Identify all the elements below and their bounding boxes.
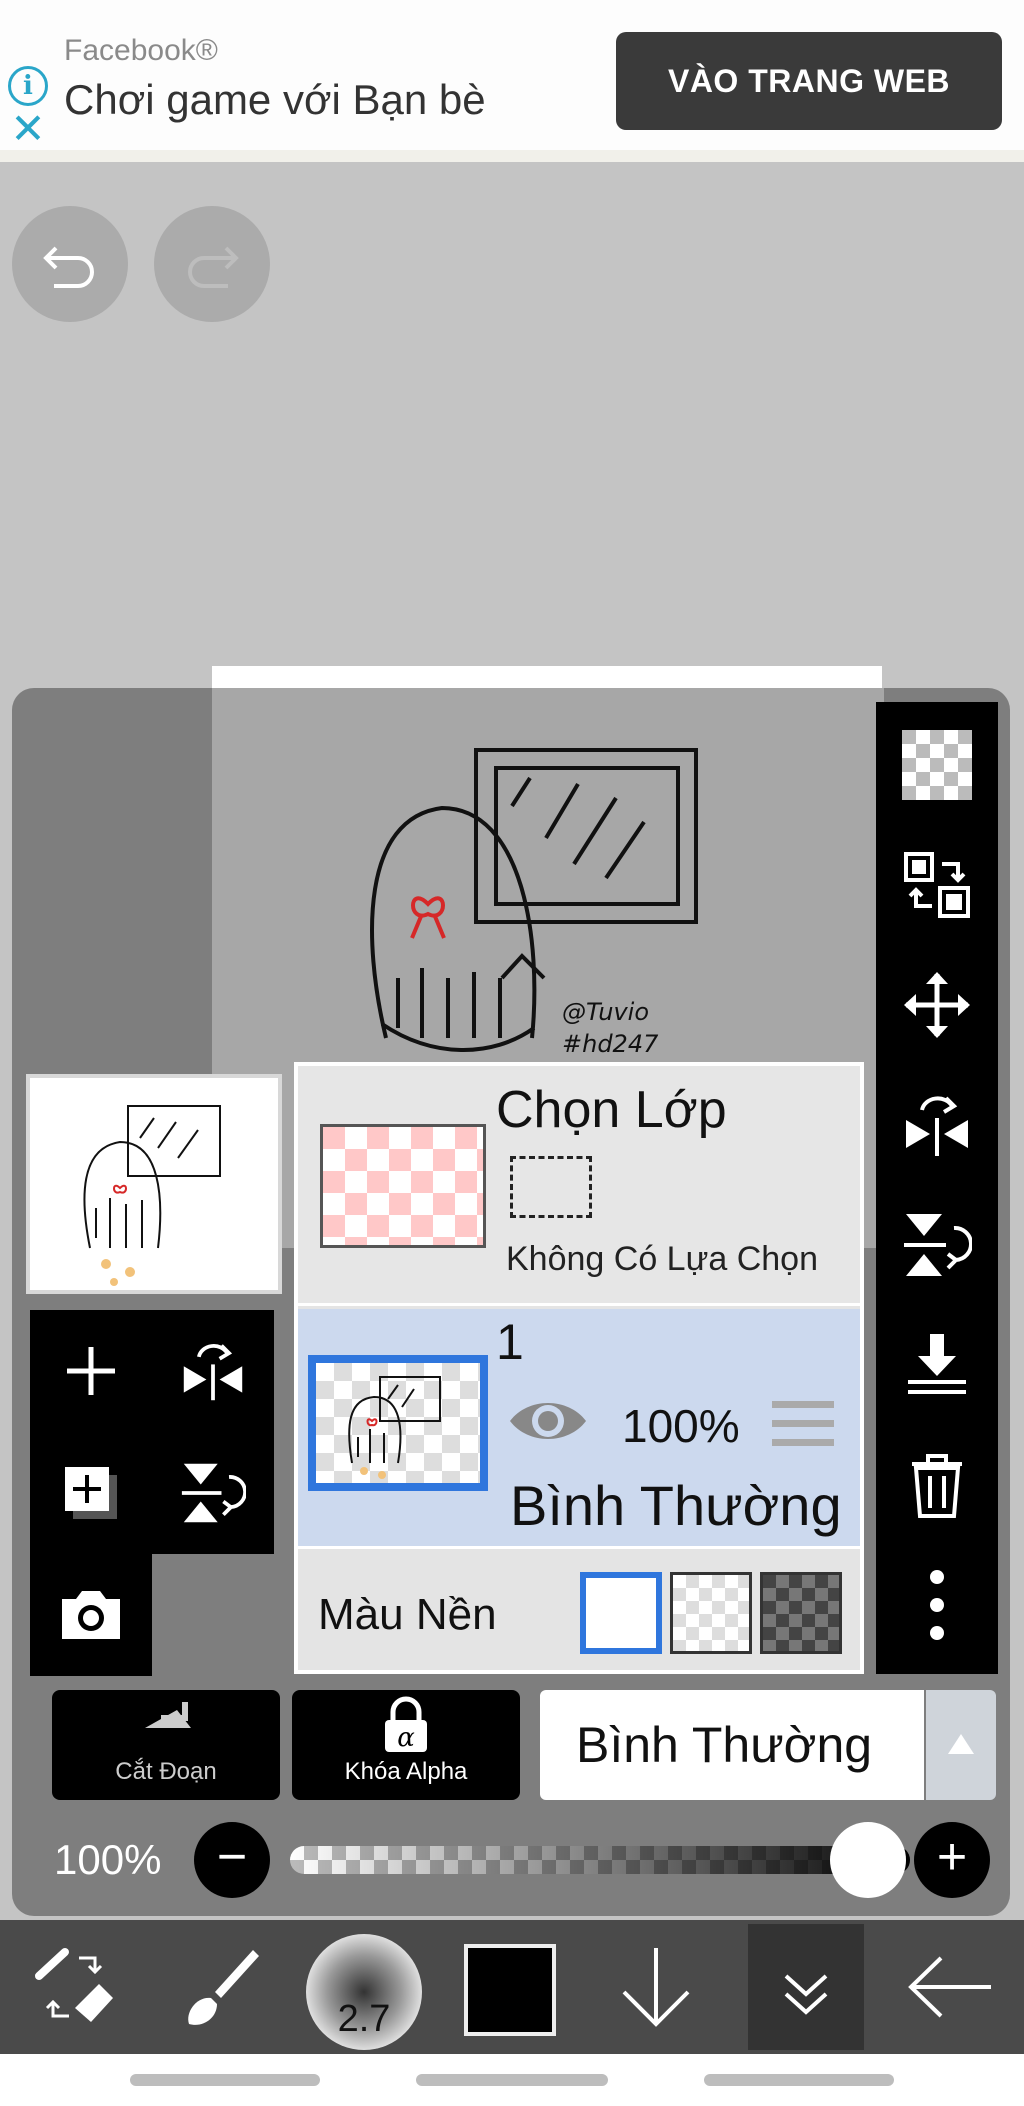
- opacity-decrease-button[interactable]: −: [194, 1822, 270, 1898]
- background-dark-checker-swatch[interactable]: [760, 1572, 842, 1654]
- plus-icon: [67, 1347, 115, 1395]
- flip-layer-horizontal-button[interactable]: [152, 1310, 274, 1432]
- camera-icon: [62, 1591, 120, 1639]
- merge-down-button[interactable]: [876, 1310, 998, 1420]
- clipping-button[interactable]: Cắt Đoạn: [52, 1690, 280, 1800]
- arrow-down-icon: [622, 1948, 690, 2027]
- selection-layer-title: Chọn Lớp: [496, 1081, 727, 1139]
- flip-horizontal-button[interactable]: [876, 1070, 998, 1180]
- more-vertical-icon: [930, 1570, 944, 1640]
- opacity-slider-thumb[interactable]: [830, 1822, 906, 1898]
- redo-icon: [188, 246, 239, 288]
- flip-horizontal-icon: [906, 1096, 968, 1156]
- move-icon: [904, 972, 970, 1038]
- visibility-eye-icon[interactable]: [506, 1393, 590, 1449]
- selection-thumbnail: [320, 1124, 486, 1248]
- layer-opacity: 100%: [622, 1400, 740, 1452]
- layer-number: 1: [496, 1314, 524, 1370]
- arrow-left-icon: [908, 1956, 991, 2018]
- nav-pill-left[interactable]: [130, 2074, 320, 2086]
- transparent-fill-button[interactable]: [876, 710, 998, 820]
- svg-text:@Tuvio: @Tuvio: [562, 998, 649, 1026]
- info-icon[interactable]: i: [8, 66, 48, 106]
- nav-pill-center[interactable]: [416, 2074, 608, 2086]
- drag-handle-icon[interactable]: [772, 1401, 834, 1458]
- layer-blend-mode: Bình Thường: [510, 1474, 842, 1537]
- opacity-increase-button[interactable]: +: [914, 1822, 990, 1898]
- clipping-label: Cắt Đoạn: [115, 1758, 217, 1785]
- layer-thumbnail-artwork: [348, 1376, 441, 1479]
- flip-horizontal-icon: [183, 1344, 243, 1401]
- merge-down-icon: [908, 1334, 966, 1394]
- selection-status: Không Có Lựa Chọn: [506, 1240, 818, 1278]
- tool-swap-icon: [35, 1948, 113, 2022]
- canvas-edge: [212, 666, 882, 690]
- triangle-up-icon: [948, 1734, 974, 1754]
- layer-list: Chọn Lớp Không Có Lựa Chọn 1 100% Bình T: [294, 1062, 864, 1674]
- delete-layer-button[interactable]: [876, 1430, 998, 1540]
- ad-title[interactable]: Chơi game với Bạn bè: [64, 76, 486, 124]
- flip-vertical-icon: [181, 1463, 246, 1523]
- camera-button[interactable]: [30, 1554, 152, 1676]
- duplicate-icon: [65, 1467, 117, 1519]
- svg-text:α: α: [397, 1723, 415, 1753]
- marquee-icon: [510, 1156, 592, 1218]
- back-button[interactable]: [886, 1920, 1014, 2054]
- color-swatch-button[interactable]: [464, 1944, 556, 2036]
- undo-button[interactable]: [12, 206, 128, 322]
- nav-pill-right[interactable]: [704, 2074, 894, 2086]
- system-nav-bar: [0, 2054, 1024, 2106]
- opacity-slider-track[interactable]: [290, 1846, 910, 1874]
- flip-vertical-button[interactable]: [876, 1190, 998, 1300]
- layer-row[interactable]: 1 100% Bình Thường: [298, 1309, 860, 1549]
- tool-switch-button[interactable]: [14, 1920, 134, 2054]
- brush-icon: [188, 1950, 259, 2025]
- layer-down-button[interactable]: [596, 1920, 716, 2054]
- add-layer-button[interactable]: [30, 1310, 152, 1432]
- collapse-panel-button[interactable]: [748, 1924, 864, 2050]
- more-options-button[interactable]: [876, 1550, 998, 1660]
- ad-cta-button[interactable]: VÀO TRANG WEB: [616, 32, 1002, 130]
- background-color-label: Màu Nền: [318, 1590, 497, 1639]
- redo-button[interactable]: [154, 206, 270, 322]
- background-white-swatch[interactable]: [580, 1572, 662, 1654]
- brush-tool-button[interactable]: [160, 1920, 280, 2054]
- brush-size-button[interactable]: 2.7: [306, 1934, 422, 2050]
- opacity-value: 100%: [54, 1836, 162, 1883]
- blend-mode-select[interactable]: Bình Thường: [540, 1690, 924, 1800]
- chevron-double-down-icon: [784, 1974, 828, 2015]
- lock-icon: α: [385, 1696, 427, 1753]
- undo-icon: [43, 246, 94, 288]
- layer-tools-column: [876, 702, 998, 1674]
- svg-text:#hd247: #hd247: [562, 1030, 659, 1058]
- swap-layer-button[interactable]: [876, 830, 998, 940]
- alpha-lock-label: Khóa Alpha: [344, 1758, 468, 1785]
- canvas-thumbnail[interactable]: [26, 1074, 282, 1294]
- swap-icon: [904, 852, 970, 918]
- brush-size-value: 2.7: [337, 1998, 391, 2040]
- close-icon[interactable]: ✕: [8, 108, 48, 150]
- layer-thumbnail[interactable]: [308, 1355, 488, 1491]
- background-checker-swatch[interactable]: [670, 1572, 752, 1654]
- background-color-row: Màu Nền: [298, 1552, 860, 1670]
- flip-vertical-icon: [904, 1214, 972, 1276]
- flip-layer-vertical-button[interactable]: [152, 1432, 274, 1554]
- clip-arrow-icon: [145, 1702, 191, 1728]
- move-button[interactable]: [876, 950, 998, 1060]
- ad-banner[interactable]: i ✕ Facebook® Chơi game với Bạn bè VÀO T…: [0, 0, 1024, 162]
- alpha-lock-button[interactable]: α Khóa Alpha: [292, 1690, 520, 1800]
- thumbnail-artwork: [83, 1105, 221, 1286]
- layer-actions: [30, 1310, 274, 1676]
- blend-mode-dropdown-button[interactable]: [926, 1690, 996, 1800]
- selection-layer[interactable]: Chọn Lớp Không Có Lựa Chọn: [298, 1066, 860, 1306]
- ad-divider: [0, 150, 1024, 162]
- trash-icon: [912, 1454, 962, 1518]
- checker-icon: [902, 730, 972, 800]
- duplicate-layer-button[interactable]: [30, 1432, 152, 1554]
- ad-source: Facebook®: [64, 34, 218, 67]
